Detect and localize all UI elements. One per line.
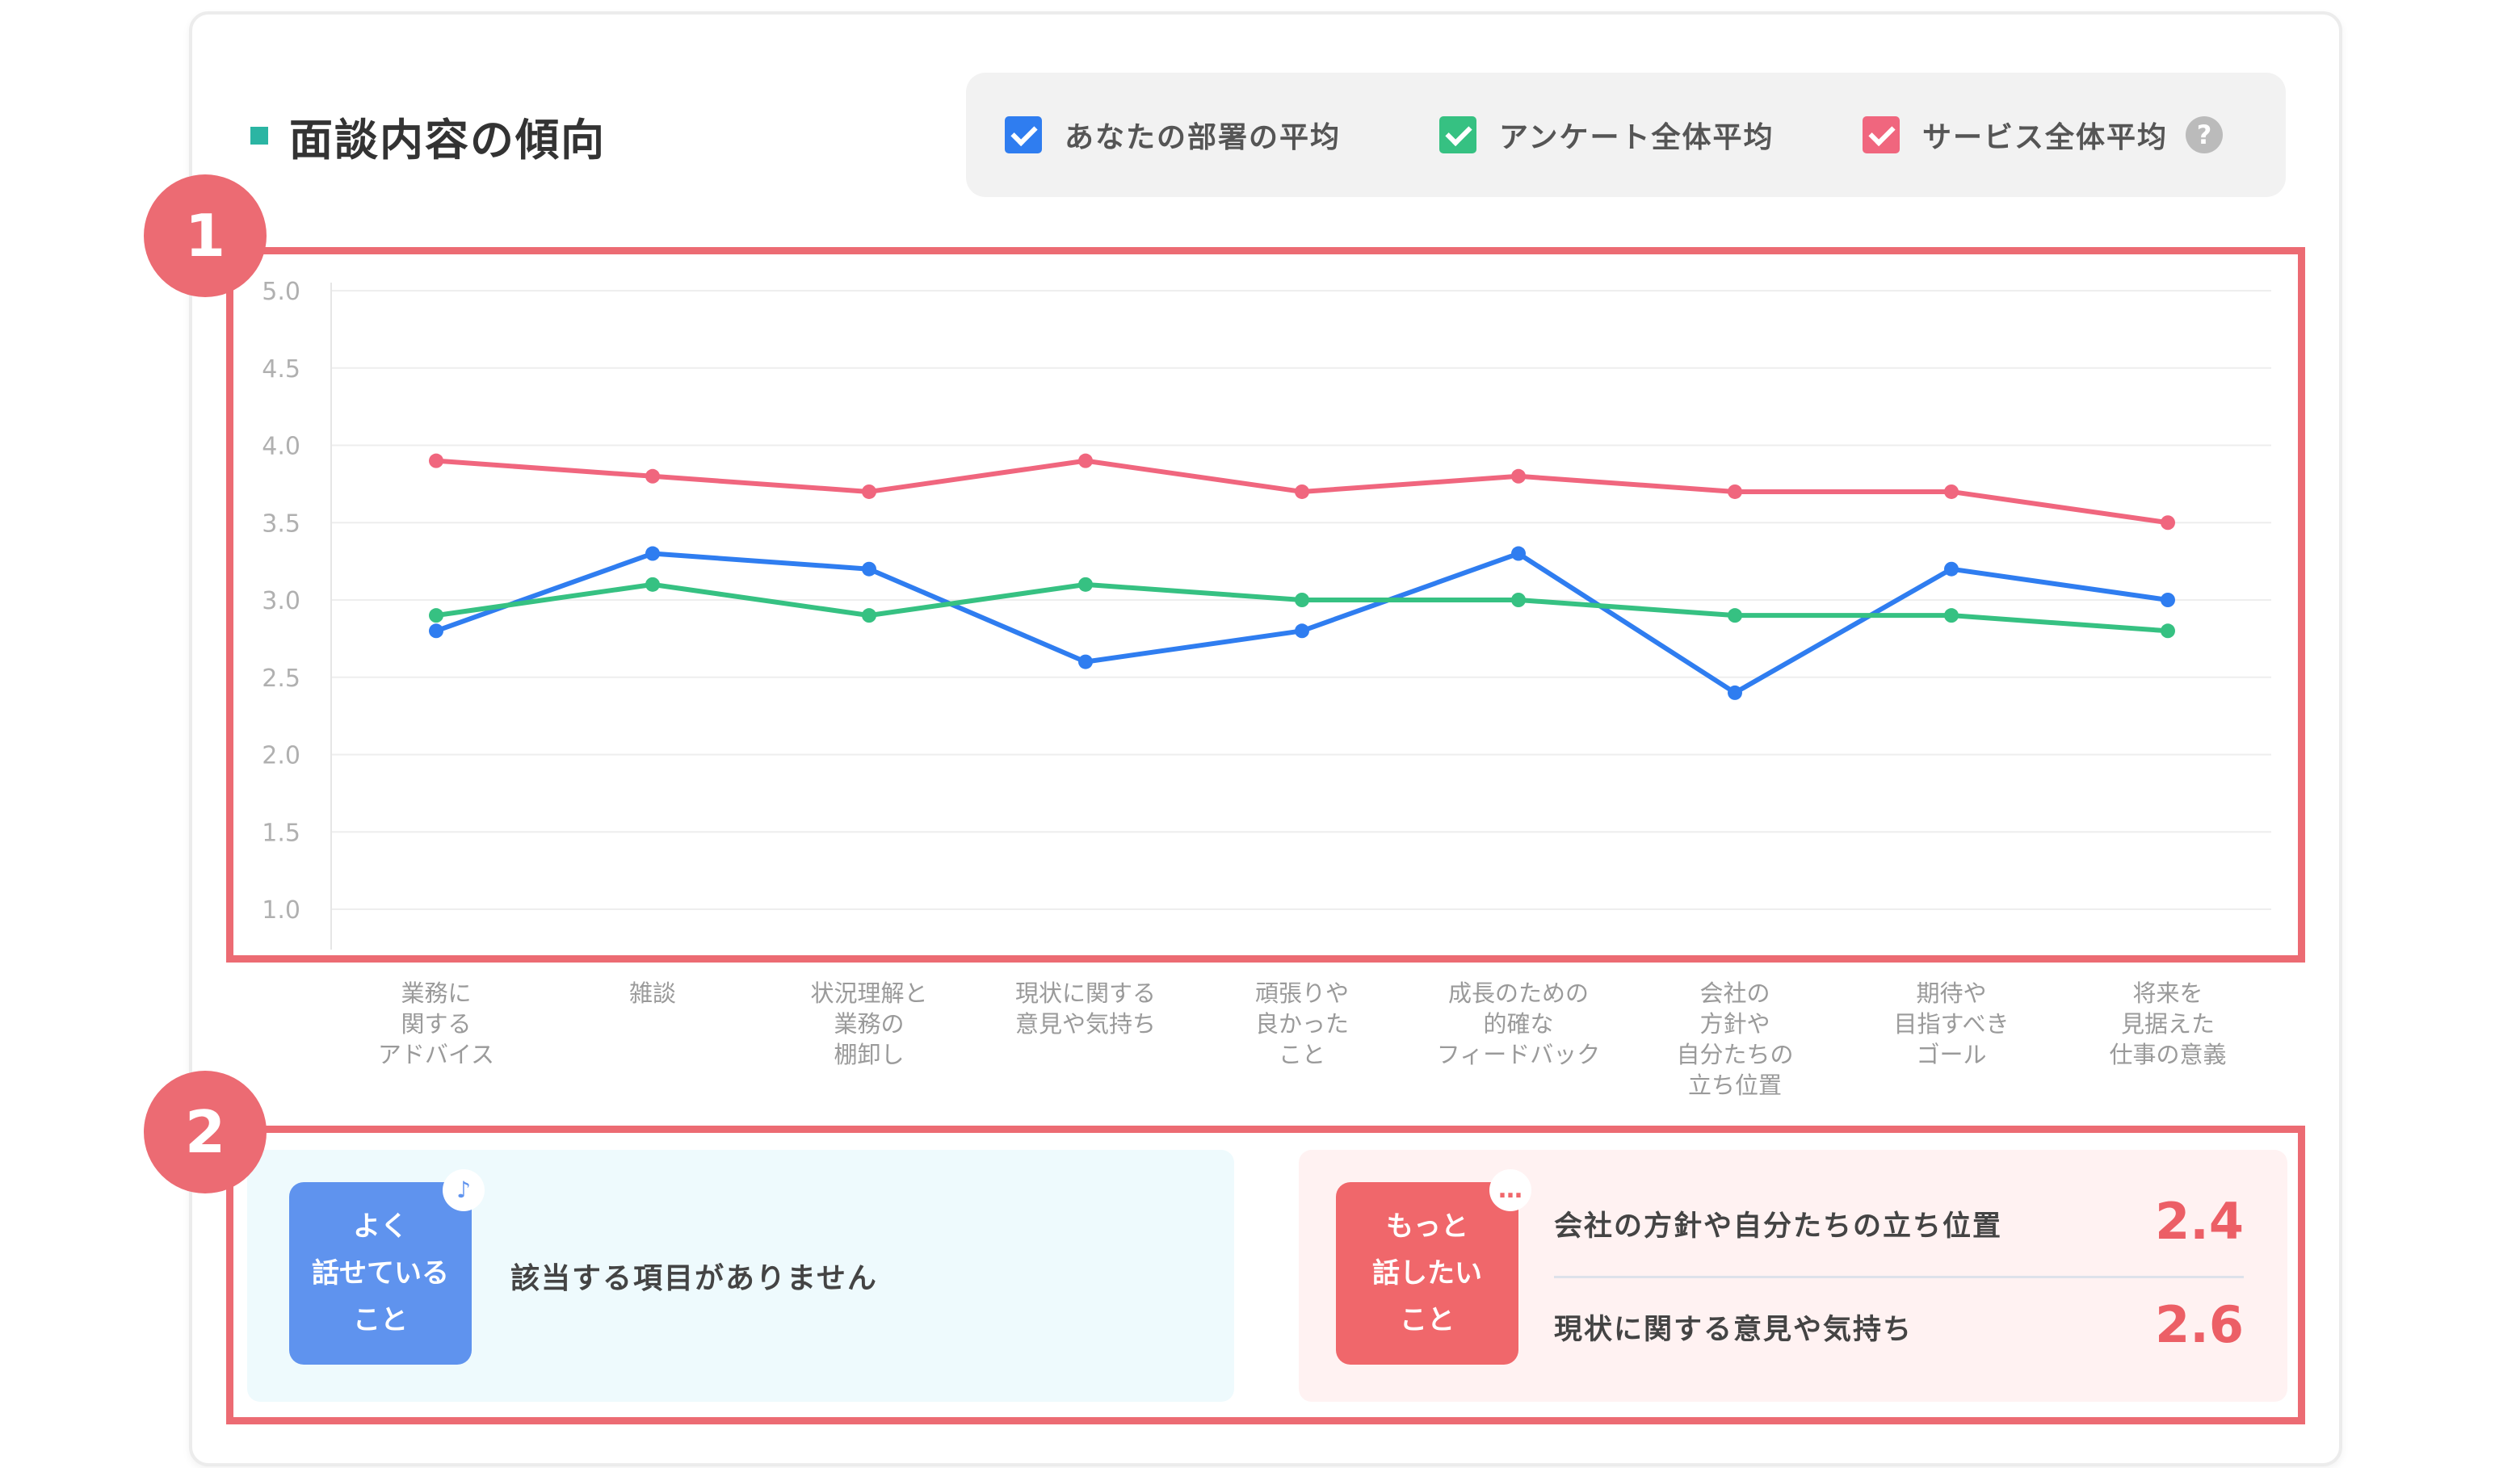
x-tick-label: 意見や気持ち [1015,1010,1156,1038]
x-tick-label: 自分たちの [1676,1041,1793,1068]
x-tick-label: ゴール [1916,1041,1986,1068]
x-tick-label: 棚卸し [834,1041,904,1068]
x-tick-label: 業務に [401,979,471,1007]
annotation-badge-1: 1 [144,174,267,297]
x-tick-label: 頑張りや [1255,979,1349,1007]
x-tick-label: 成長のための [1448,979,1589,1007]
x-tick-label: 方針や [1699,1010,1770,1038]
x-tick-label: 状況理解と [810,979,927,1007]
x-tick-label: 目指すべき [1894,1010,2010,1038]
x-tick-label: 期待や [1916,979,1986,1007]
highlight-box-chart [226,247,2305,963]
x-tick-label: 的確な [1483,1010,1553,1038]
x-tick-label: こと [1279,1041,1325,1068]
x-tick-label: アドバイス [378,1041,494,1068]
x-tick-label: フィードバック [1437,1041,1600,1068]
x-tick-label: 現状に関する [1015,979,1156,1007]
x-tick-label: 見据えた [2121,1010,2215,1038]
x-tick-label: 関する [401,1010,471,1038]
x-tick-label: 将来を [2132,979,2203,1007]
annotation-badge-2: 2 [144,1071,267,1193]
x-tick-label: 立ち位置 [1688,1072,1782,1099]
x-tick-label: 雑談 [629,979,676,1007]
x-tick-label: 業務の [834,1010,904,1038]
highlight-box-summary [226,1126,2305,1424]
x-tick-label: 会社の [1699,979,1770,1007]
x-tick-label: 仕事の意義 [2109,1041,2226,1068]
x-tick-label: 良かった [1255,1010,1349,1038]
